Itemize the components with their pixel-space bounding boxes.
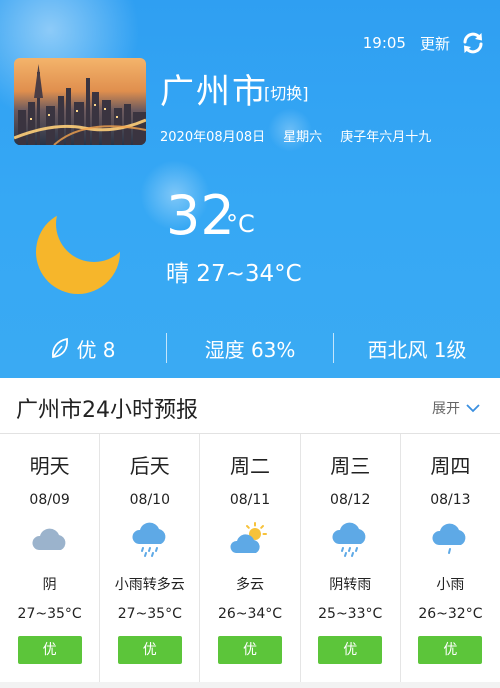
day-temperature-range: 25~33°C bbox=[318, 606, 383, 622]
day-aqi-badge: 优 bbox=[418, 636, 483, 664]
date-line: 2020年08月08日 星期六 庚子年六月十九 bbox=[160, 126, 431, 145]
day-aqi-badge: 优 bbox=[318, 636, 383, 664]
weather-summary: 晴 27~34°C bbox=[166, 261, 302, 287]
forecast-day[interactable]: 周二 08/11 多云 26~34°C 优 bbox=[200, 434, 301, 684]
current-temperature: 32 bbox=[166, 184, 235, 247]
light-rain-icon bbox=[432, 523, 466, 554]
humidity-value: 湿度 63% bbox=[204, 337, 296, 362]
temperature-unit: °C bbox=[226, 210, 255, 238]
air-quality[interactable]: 优 8 bbox=[0, 332, 166, 364]
day-aqi-badge: 优 bbox=[117, 636, 182, 664]
rain-icon bbox=[332, 522, 366, 557]
wind-value: 西北风 1级 bbox=[367, 337, 467, 362]
bottom-strip bbox=[0, 682, 500, 688]
forecast-day[interactable]: 周四 08/13 小雨 26~32°C 优 bbox=[401, 434, 500, 684]
humidity: 湿度 63% bbox=[167, 332, 333, 364]
crescent-moon-icon bbox=[36, 210, 120, 294]
forecast-section: 广州市24小时预报 展开 明天 08/09 阴 27~35°C 优 后天 08/… bbox=[0, 378, 500, 688]
weekday: 星期六 bbox=[283, 130, 323, 145]
day-temperature-range: 26~32°C bbox=[418, 606, 483, 622]
forecast-title: 广州市24小时预报 bbox=[16, 398, 198, 423]
day-name: 周四 bbox=[430, 454, 471, 478]
day-date: 08/09 bbox=[29, 492, 70, 508]
day-condition: 阴转雨 bbox=[329, 577, 372, 593]
update-bar: 19:05 更新 bbox=[363, 30, 486, 56]
partly-cloudy-icon bbox=[230, 522, 267, 553]
day-condition: 小雨 bbox=[436, 577, 465, 593]
chevron-down-icon bbox=[466, 404, 480, 413]
day-name: 后天 bbox=[129, 454, 170, 478]
solar-date: 2020年08月08日 bbox=[160, 130, 266, 145]
day-aqi-badge: 优 bbox=[218, 636, 282, 664]
leaf-icon bbox=[52, 337, 69, 358]
day-temperature-range: 26~34°C bbox=[217, 606, 283, 622]
day-temperature-range: 27~35°C bbox=[117, 606, 182, 622]
weather-header: 19:05 更新 广州市 [切换] 2020年08月08日 星期六 庚子年六月十… bbox=[0, 0, 500, 378]
forecast-header: 广州市24小时预报 展开 bbox=[0, 378, 500, 434]
expand-button[interactable]: 展开 bbox=[432, 398, 480, 418]
day-date: 08/10 bbox=[129, 492, 170, 508]
expand-label: 展开 bbox=[432, 401, 460, 417]
day-condition: 小雨转多云 bbox=[114, 577, 185, 593]
refresh-icon[interactable] bbox=[460, 30, 486, 56]
switch-city-link[interactable]: [切换] bbox=[264, 80, 309, 104]
forecast-day[interactable]: 后天 08/10 小雨转多云 27~35°C 优 bbox=[100, 434, 201, 684]
day-condition: 阴 bbox=[42, 577, 57, 593]
day-name: 明天 bbox=[29, 454, 70, 478]
forecast-day[interactable]: 周三 08/12 阴转雨 25~33°C 优 bbox=[301, 434, 401, 684]
day-temperature-range: 27~35°C bbox=[17, 606, 82, 622]
overcast-icon bbox=[32, 528, 66, 550]
day-aqi-badge: 优 bbox=[17, 636, 82, 664]
city-photo bbox=[14, 58, 146, 145]
forecast-days: 明天 08/09 阴 27~35°C 优 后天 08/10 小雨转多云 27~3… bbox=[0, 434, 500, 684]
day-condition: 多云 bbox=[236, 577, 264, 593]
refresh-label[interactable]: 更新 bbox=[420, 33, 450, 54]
day-date: 08/13 bbox=[430, 492, 471, 508]
forecast-day[interactable]: 明天 08/09 阴 27~35°C 优 bbox=[0, 434, 101, 684]
day-date: 08/12 bbox=[330, 492, 371, 508]
day-date: 08/11 bbox=[229, 492, 271, 508]
stats-bar: 优 8 湿度 63% 西北风 1级 bbox=[0, 332, 500, 364]
day-name: 周三 bbox=[330, 454, 371, 478]
day-name: 周二 bbox=[230, 454, 270, 478]
update-time: 19:05 bbox=[362, 34, 406, 52]
air-quality-value: 优 8 bbox=[76, 337, 116, 362]
city-name: 广州市 bbox=[160, 72, 268, 112]
wind: 西北风 1级 bbox=[334, 332, 500, 364]
lunar-date: 庚子年六月十九 bbox=[340, 130, 432, 145]
rain-icon bbox=[132, 522, 166, 557]
